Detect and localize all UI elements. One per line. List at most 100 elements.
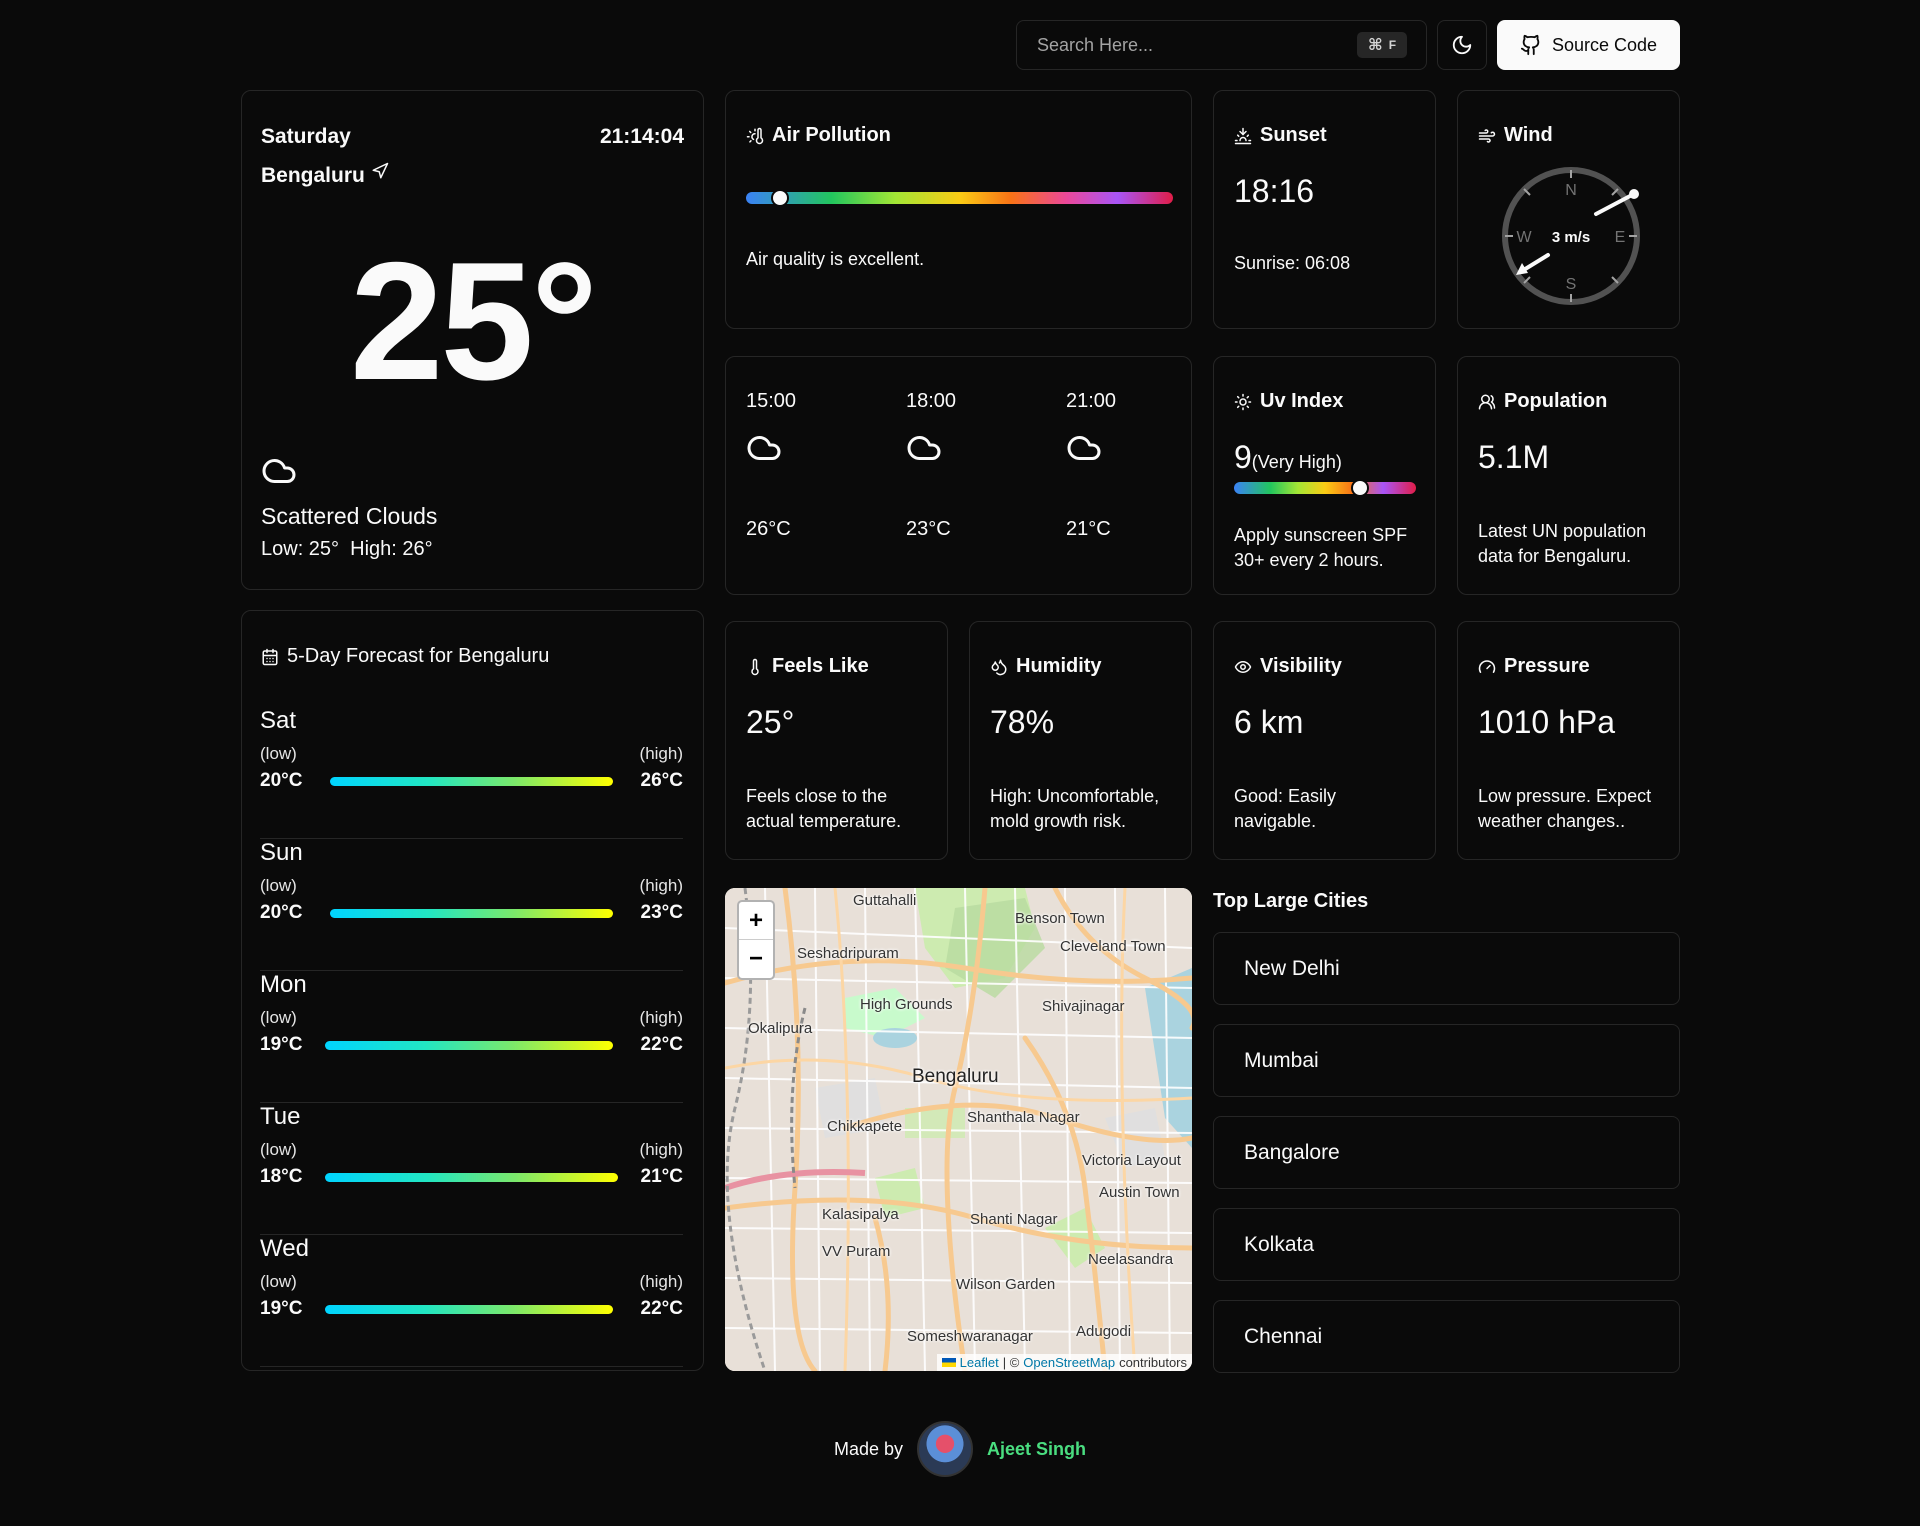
footer: Made by Ajeet Singh <box>0 1415 1920 1483</box>
forecast-day-row: Sun (low) (high) 20°C 23°C <box>260 839 683 971</box>
current-day: Saturday <box>261 125 351 148</box>
high-label: (high) <box>639 1008 683 1027</box>
low-label: (low) <box>260 744 297 763</box>
city-name: Bengaluru <box>261 164 365 187</box>
low-high: Low: 25° High: 26° <box>261 538 433 560</box>
cloud-icon <box>906 430 942 471</box>
compass-w: W <box>1516 229 1532 246</box>
map-label: Seshadripuram <box>797 945 899 962</box>
thermometer-sun-icon <box>746 127 764 144</box>
calendar-icon <box>262 648 278 665</box>
map-label: VV Puram <box>822 1243 891 1260</box>
uv-level-indicator <box>1350 479 1369 497</box>
temperature-range-bar <box>325 1041 613 1050</box>
forecast-day-row: Mon (low) (high) 19°C 22°C <box>260 971 683 1103</box>
uv-level-bar <box>1234 479 1416 497</box>
hourly-forecast-card: 15:00 26°C 18:00 23°C 21:00 21°C <box>725 356 1192 595</box>
feels-like-text-2: actual temperature. <box>746 811 902 831</box>
map-zoom-control: + − <box>737 900 775 980</box>
forecast-low: 20°C <box>260 770 303 791</box>
top-cities-title: Top Large Cities <box>1213 890 1369 912</box>
forecast-low: 19°C <box>260 1034 303 1055</box>
forecast-day: Sat <box>260 707 297 734</box>
city-button[interactable]: Bangalore <box>1213 1116 1680 1189</box>
uv-index-card: Uv Index 9 (Very High) Apply sunscreen S… <box>1213 356 1436 595</box>
current-time: 21:14:04 <box>599 125 684 148</box>
cloud-icon <box>261 453 297 494</box>
search-input[interactable]: Search Here... ⌘ F <box>1016 20 1427 70</box>
map-attribution: Leaflet | © OpenStreetMap contributors <box>936 1354 1192 1371</box>
pressure-text-1: Low pressure. Expect <box>1478 786 1652 806</box>
source-code-label: Source Code <box>1551 34 1658 55</box>
droplets-icon <box>991 659 1007 675</box>
population-card: Population 5.1M Latest UN population dat… <box>1457 356 1680 595</box>
forecast-title: 5-Day Forecast for Bengaluru <box>261 645 549 668</box>
author-link[interactable]: Ajeet Singh <box>987 1439 1086 1460</box>
hourly-time: 21:00 <box>1066 390 1117 412</box>
high-label: (high) <box>639 1140 683 1159</box>
pressure-card: Pressure 1010 hPa Low pressure. Expect w… <box>1457 621 1680 860</box>
feels-like-text-1: Feels close to the <box>746 786 888 806</box>
theme-toggle-button[interactable] <box>1437 20 1487 70</box>
leaflet-link[interactable]: Leaflet <box>960 1355 999 1370</box>
humidity-card: Humidity 78% High: Uncomfortable, mold g… <box>969 621 1192 860</box>
forecast-day: Wed <box>260 1235 309 1262</box>
command-icon: ⌘ <box>1367 37 1383 54</box>
thermometer-icon <box>751 658 759 675</box>
city-button[interactable]: Mumbai <box>1213 1024 1680 1097</box>
compass-e: E <box>1615 229 1626 246</box>
sunrise-time: Sunrise: 06:08 <box>1234 253 1351 273</box>
hourly-temp: 21°C <box>1066 518 1111 540</box>
forecast-high: 21°C <box>640 1166 683 1187</box>
city-button[interactable]: Kolkata <box>1213 1208 1680 1281</box>
wind-needle-head <box>1629 189 1639 199</box>
visibility-value: 6 km <box>1234 704 1304 740</box>
low-label: (low) <box>260 1140 297 1159</box>
map-label: Victoria Layout <box>1082 1152 1181 1169</box>
zoom-out-button[interactable]: − <box>739 940 773 978</box>
zoom-in-button[interactable]: + <box>739 902 773 940</box>
visibility-title: Visibility <box>1234 655 1342 678</box>
city-map[interactable]: Guttahalli Benson Town Cleveland Town Se… <box>725 888 1192 1371</box>
current-weather-card: Saturday 21:14:04 Bengaluru 25° Scattere… <box>241 90 704 590</box>
gauge-icon <box>1478 659 1496 673</box>
map-label: Shivajinagar <box>1042 998 1125 1015</box>
map-label: Guttahalli <box>853 892 917 909</box>
feels-like-value: 25° <box>746 704 795 740</box>
wind-title: Wind <box>1478 124 1553 147</box>
temperature-range-bar <box>325 1173 618 1182</box>
city-button[interactable]: Chennai <box>1213 1300 1680 1373</box>
map-labels: Guttahalli Benson Town Cleveland Town Se… <box>725 888 1192 1371</box>
github-icon <box>1520 34 1540 56</box>
population-value: 5.1M <box>1478 439 1550 475</box>
population-text-2: data for Bengaluru. <box>1478 546 1632 566</box>
uv-value: 9 <box>1234 439 1252 475</box>
map-label: Neelasandra <box>1088 1251 1174 1268</box>
visibility-text-2: navigable. <box>1234 811 1317 831</box>
uv-label: (Very High) <box>1251 452 1342 472</box>
users-icon <box>1478 394 1496 409</box>
hourly-temp: 23°C <box>906 518 951 540</box>
map-label: Okalipura <box>748 1020 813 1037</box>
five-day-forecast-card: 5-Day Forecast for Bengaluru Sat (low) (… <box>241 610 704 1371</box>
air-quality-indicator <box>771 189 790 207</box>
high-label: (high) <box>639 744 683 763</box>
city-button[interactable]: New Delhi <box>1213 932 1680 1005</box>
feels-like-title: Feels Like <box>746 655 869 678</box>
sunset-time: 18:16 <box>1234 173 1315 209</box>
osm-link[interactable]: OpenStreetMap <box>1023 1355 1115 1370</box>
sunset-card: Sunset 18:16 Sunrise: 06:08 <box>1213 90 1436 329</box>
forecast-low: 18°C <box>260 1166 303 1187</box>
forecast-high: 22°C <box>640 1298 683 1319</box>
map-label: Kalasipalya <box>822 1206 899 1223</box>
forecast-day: Tue <box>260 1103 301 1130</box>
air-quality-text: Air quality is excellent. <box>746 249 925 269</box>
attribution-separator: | © <box>1002 1355 1020 1370</box>
current-temp: 25° <box>349 227 598 415</box>
humidity-text-1: High: Uncomfortable, <box>990 786 1160 806</box>
map-label: Chikkapete <box>827 1118 903 1135</box>
visibility-text-1: Good: Easily <box>1234 786 1337 806</box>
low-label: (low) <box>260 876 297 895</box>
forecast-day: Sun <box>260 839 303 866</box>
source-code-button[interactable]: Source Code <box>1497 20 1680 70</box>
